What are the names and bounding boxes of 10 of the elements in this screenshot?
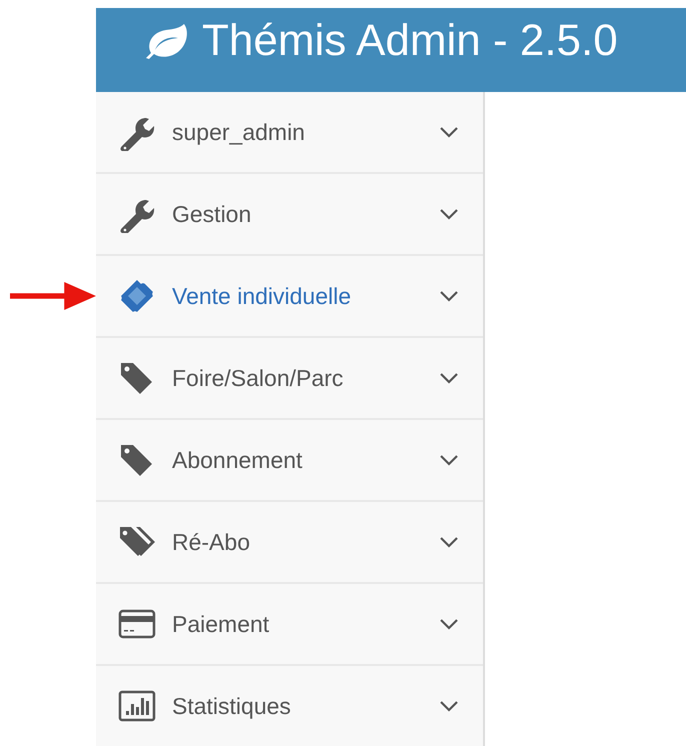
sidebar-item[interactable]: Ré-Abo (96, 502, 483, 584)
sidebar-item[interactable]: Vente individuelle (96, 256, 483, 338)
app-title: Thémis Admin - 2.5.0 (202, 15, 618, 67)
sidebar-item[interactable]: Paiement (96, 584, 483, 666)
sidebar-item[interactable]: Gestion (96, 174, 483, 256)
sidebar-item[interactable]: Statistiques (96, 666, 483, 746)
sidebar-item[interactable]: Foire/Salon/Parc (96, 338, 483, 420)
ticket-icon (118, 277, 156, 315)
sidebar-item[interactable]: super_admin (96, 92, 483, 174)
sidebar-item[interactable]: Abonnement (96, 420, 483, 502)
